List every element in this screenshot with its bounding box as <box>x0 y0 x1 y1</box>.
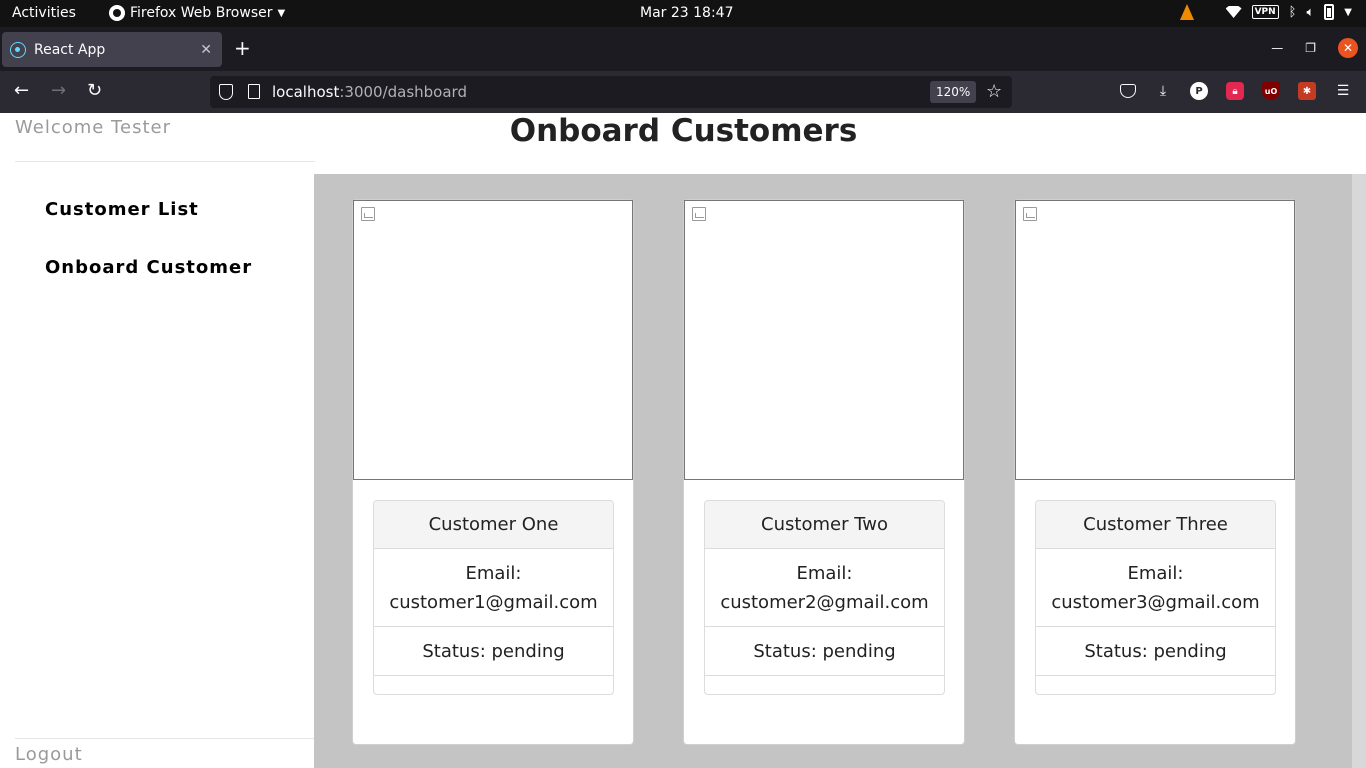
forward-arrow-icon[interactable]: → <box>51 81 66 101</box>
pocket-icon[interactable] <box>1120 84 1136 98</box>
cards-container: Customer One Email: customer1@gmail.com … <box>314 174 1352 768</box>
customer-status: Status: pending <box>705 627 944 676</box>
email-value: customer3@gmail.com <box>1051 592 1260 613</box>
email-label: Email: <box>1127 563 1184 584</box>
app-menu-label: Firefox Web Browser <box>130 5 273 21</box>
customer-email: Email: customer2@gmail.com <box>705 549 944 627</box>
window-close-icon[interactable]: ✕ <box>1338 38 1358 58</box>
p-extension-icon[interactable]: P <box>1190 82 1208 100</box>
ublock-icon[interactable]: uO <box>1262 82 1280 100</box>
url-bar[interactable]: localhost:3000/dashboard 120% ☆ <box>210 76 1012 108</box>
window-controls: — ❐ ✕ <box>1271 38 1358 58</box>
url-host: localhost <box>272 83 340 101</box>
tab-close-icon[interactable]: ✕ <box>200 42 212 58</box>
volume-icon: 🔈︎ <box>1306 4 1315 20</box>
download-icon[interactable]: ⤓ <box>1154 82 1172 100</box>
maximize-icon[interactable]: ❐ <box>1305 41 1316 55</box>
broken-image-icon <box>692 207 706 221</box>
bookmark-star-icon[interactable]: ☆ <box>986 81 1002 102</box>
page: Welcome Tester Customer List Onboard Cus… <box>0 113 1366 768</box>
customer-card: Customer Two Email: customer2@gmail.com … <box>683 199 965 745</box>
react-favicon-icon <box>10 41 26 58</box>
customer-details: Customer Three Email: customer3@gmail.co… <box>1035 500 1276 695</box>
customer-image <box>1015 200 1295 480</box>
url-text[interactable]: localhost:3000/dashboard <box>272 83 467 101</box>
customer-name: Customer Three <box>1036 501 1275 549</box>
tab-react-app[interactable]: React App ✕ <box>2 32 222 67</box>
extension-icon[interactable]: ✱ <box>1298 82 1316 100</box>
chevron-down-icon: ▼ <box>1344 6 1352 18</box>
new-tab-button[interactable]: + <box>234 38 251 58</box>
url-path: :3000/dashboard <box>339 83 467 101</box>
email-label: Email: <box>796 563 853 584</box>
system-tray[interactable]: VPN ᛒ 🔈︎ ▼ <box>1179 4 1352 20</box>
browser-tab-strip: React App ✕ + — ❐ ✕ <box>0 27 1366 71</box>
sidebar-item-onboard-customer[interactable]: Onboard Customer <box>45 257 252 278</box>
wifi-icon <box>1225 6 1242 18</box>
lock-extension-icon[interactable]: 🔒︎ <box>1226 82 1244 100</box>
customer-details: Customer Two Email: customer2@gmail.com … <box>704 500 945 695</box>
activities-button[interactable]: Activities <box>12 5 76 21</box>
customer-card: Customer One Email: customer1@gmail.com … <box>352 199 634 745</box>
list-item <box>705 676 944 694</box>
page-title: Onboard Customers <box>509 113 858 149</box>
email-value: customer1@gmail.com <box>389 592 598 613</box>
customer-email: Email: customer1@gmail.com <box>374 549 613 627</box>
customer-image <box>684 200 964 480</box>
bluetooth-icon: ᛒ <box>1288 4 1297 20</box>
reload-icon[interactable]: ↻ <box>87 81 102 101</box>
page-info-icon[interactable] <box>248 84 260 99</box>
broken-image-icon <box>361 207 375 221</box>
chevron-down-icon: ▼ <box>277 7 286 19</box>
vlc-icon[interactable] <box>1179 4 1194 20</box>
welcome-text: Welcome Tester <box>15 117 171 138</box>
tab-title: React App <box>34 41 106 58</box>
customer-name: Customer Two <box>705 501 944 549</box>
toolbar-right: ⤓ P 🔒︎ uO ✱ ☰ <box>1120 82 1352 100</box>
minimize-icon[interactable]: — <box>1271 41 1283 55</box>
tracking-shield-icon[interactable] <box>219 84 233 100</box>
customer-email: Email: customer3@gmail.com <box>1036 549 1275 627</box>
list-item <box>1036 676 1275 694</box>
customer-card: Customer Three Email: customer3@gmail.co… <box>1014 199 1296 745</box>
email-label: Email: <box>465 563 522 584</box>
customer-details: Customer One Email: customer1@gmail.com … <box>373 500 614 695</box>
customer-status: Status: pending <box>1036 627 1275 676</box>
customer-name: Customer One <box>374 501 613 549</box>
list-item <box>374 676 613 694</box>
browser-nav-bar: ← → ↻ localhost:3000/dashboard 120% ☆ ⤓ … <box>0 71 1366 113</box>
email-value: customer2@gmail.com <box>720 592 929 613</box>
sidebar-item-customer-list[interactable]: Customer List <box>45 199 199 220</box>
logout-link[interactable]: Logout <box>15 744 83 765</box>
vertical-scrollbar[interactable] <box>1352 174 1366 768</box>
firefox-icon <box>109 5 125 21</box>
sidebar-divider <box>15 161 315 162</box>
vpn-icon: VPN <box>1251 5 1279 19</box>
system-top-bar: Activities Firefox Web Browser ▼ Mar 23 … <box>0 0 1366 27</box>
broken-image-icon <box>1023 207 1037 221</box>
battery-icon <box>1324 4 1335 20</box>
hamburger-menu-icon[interactable]: ☰ <box>1334 82 1352 100</box>
logout-divider <box>15 738 315 739</box>
app-menu[interactable]: Firefox Web Browser ▼ <box>109 5 285 21</box>
customer-status: Status: pending <box>374 627 613 676</box>
back-arrow-icon[interactable]: ← <box>14 81 29 101</box>
system-clock[interactable]: Mar 23 18:47 <box>640 5 733 21</box>
zoom-indicator[interactable]: 120% <box>930 81 977 103</box>
customer-image <box>353 200 633 480</box>
